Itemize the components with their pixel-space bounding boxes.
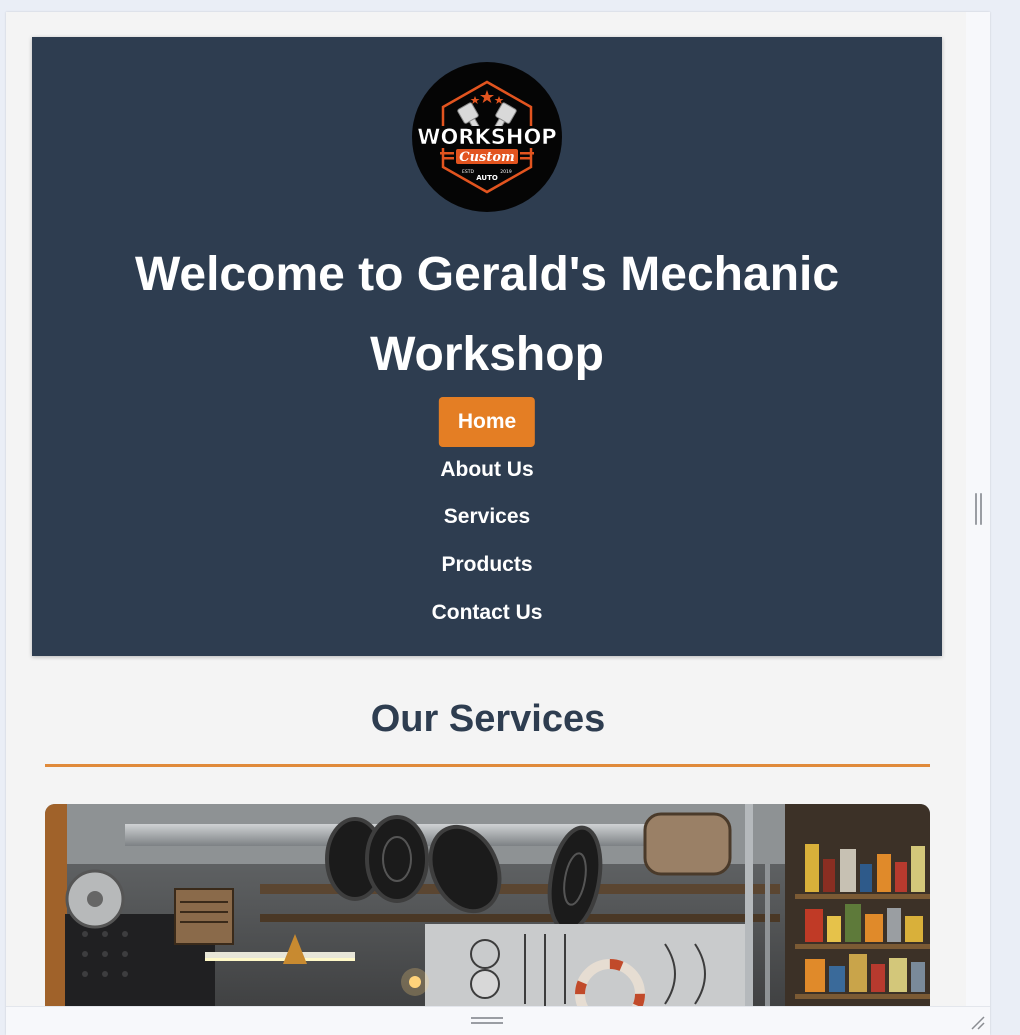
nav-about-us-link[interactable]: About Us <box>421 445 552 495</box>
logo-est-right: 2019 <box>500 169 512 175</box>
logo-title: WORKSHOP <box>417 125 556 149</box>
bottom-resize-bar <box>6 1006 990 1035</box>
horizontal-drag-handle[interactable] <box>471 1017 503 1025</box>
services-heading: Our Services <box>370 698 606 740</box>
site-header: WORKSHOP Custom ESTD 2019 AUTO Welcome t… <box>32 37 942 656</box>
browser-viewport: WORKSHOP Custom ESTD 2019 AUTO Welcome t… <box>6 12 990 1035</box>
logo-tagline: AUTO <box>476 174 498 182</box>
logo-est-left: ESTD <box>462 169 474 175</box>
logo-subtitle: Custom <box>459 150 515 165</box>
nav-contact-us-link[interactable]: Contact Us <box>413 588 562 638</box>
workshop-garage-image <box>45 804 930 1034</box>
vertical-splitter-handle[interactable] <box>975 493 983 525</box>
services-divider <box>45 764 930 767</box>
garage-photo-illustration <box>45 804 930 1034</box>
workshop-logo: WORKSHOP Custom ESTD 2019 AUTO <box>412 62 562 212</box>
nav-services-link[interactable]: Services <box>425 492 549 542</box>
nav-products-link[interactable]: Products <box>422 540 551 590</box>
page-title: Welcome to Gerald's Mechanic Workshop <box>134 248 840 381</box>
resize-grip-icon[interactable] <box>969 1014 985 1030</box>
nav-home-link[interactable]: Home <box>438 397 536 447</box>
